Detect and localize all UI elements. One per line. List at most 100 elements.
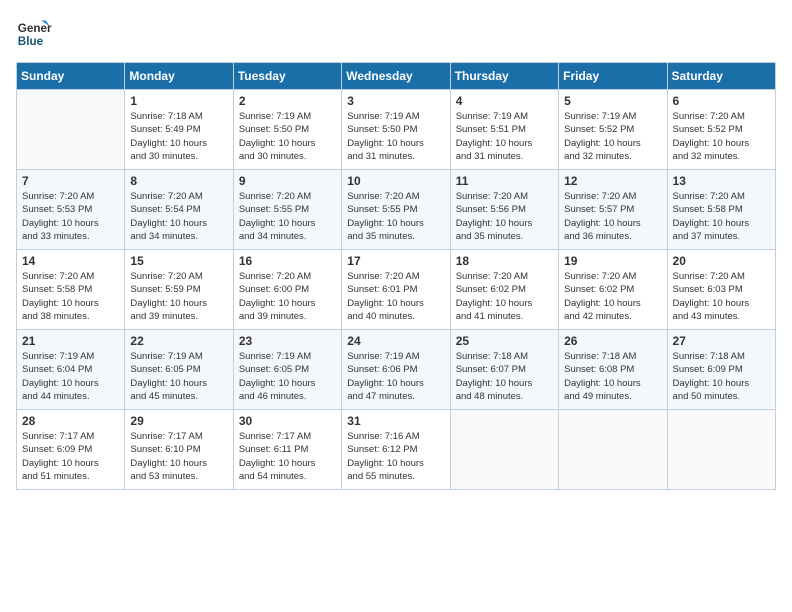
day-number: 29 bbox=[130, 414, 227, 428]
calendar-cell: 31Sunrise: 7:16 AM Sunset: 6:12 PM Dayli… bbox=[342, 410, 450, 490]
calendar-cell: 27Sunrise: 7:18 AM Sunset: 6:09 PM Dayli… bbox=[667, 330, 775, 410]
calendar-cell bbox=[450, 410, 558, 490]
calendar-cell: 3 Sunrise: 7:19 AM Sunset: 5:50 PM Daylig… bbox=[342, 90, 450, 170]
day-info: Sunrise: 7:20 AM Sunset: 5:54 PM Dayligh… bbox=[130, 190, 227, 243]
logo-icon: General Blue bbox=[16, 16, 52, 52]
day-info: Sunrise: 7:20 AM Sunset: 5:59 PM Dayligh… bbox=[130, 270, 227, 323]
day-info: Sunrise: 7:20 AM Sunset: 5:55 PM Dayligh… bbox=[239, 190, 336, 243]
day-number: 15 bbox=[130, 254, 227, 268]
day-info: Sunrise: 7:18 AM Sunset: 6:08 PM Dayligh… bbox=[564, 350, 661, 403]
calendar-cell: 29 Sunrise: 7:17 AM Sunset: 6:10 PM Dayli… bbox=[125, 410, 233, 490]
day-number: 30 bbox=[239, 414, 336, 428]
day-info: Sunrise: 7:20 AM Sunset: 6:02 PM Dayligh… bbox=[456, 270, 553, 323]
day-number: 13 bbox=[673, 174, 770, 188]
day-number: 22 bbox=[130, 334, 227, 348]
day-number: 23 bbox=[239, 334, 336, 348]
header-row: SundayMondayTuesdayWednesdayThursdayFrid… bbox=[17, 63, 776, 90]
day-info: Sunrise: 7:17 AM Sunset: 6:09 PM Dayligh… bbox=[22, 430, 119, 483]
calendar-cell: 11 Sunrise: 7:20 AM Sunset: 5:56 PM Dayli… bbox=[450, 170, 558, 250]
day-number: 4 bbox=[456, 94, 553, 108]
calendar-cell: 23 Sunrise: 7:19 AM Sunset: 6:05 PM Dayli… bbox=[233, 330, 341, 410]
calendar-cell: 10 Sunrise: 7:20 AM Sunset: 5:55 PM Dayli… bbox=[342, 170, 450, 250]
day-info: Sunrise: 7:19 AM Sunset: 5:52 PM Dayligh… bbox=[564, 110, 661, 163]
day-info: Sunrise: 7:19 AM Sunset: 6:05 PM Dayligh… bbox=[130, 350, 227, 403]
day-number: 2 bbox=[239, 94, 336, 108]
calendar-cell: 30 Sunrise: 7:17 AM Sunset: 6:11 PM Dayli… bbox=[233, 410, 341, 490]
day-info: Sunrise: 7:19 AM Sunset: 5:50 PM Dayligh… bbox=[239, 110, 336, 163]
calendar-cell: 5 Sunrise: 7:19 AM Sunset: 5:52 PM Daylig… bbox=[559, 90, 667, 170]
calendar-cell: 21 Sunrise: 7:19 AM Sunset: 6:04 PM Dayli… bbox=[17, 330, 125, 410]
day-info: Sunrise: 7:20 AM Sunset: 6:02 PM Dayligh… bbox=[564, 270, 661, 323]
calendar-cell: 2 Sunrise: 7:19 AM Sunset: 5:50 PM Daylig… bbox=[233, 90, 341, 170]
day-number: 5 bbox=[564, 94, 661, 108]
calendar-cell: 12 Sunrise: 7:20 AM Sunset: 5:57 PM Dayli… bbox=[559, 170, 667, 250]
day-number: 16 bbox=[239, 254, 336, 268]
calendar-cell: 14 Sunrise: 7:20 AM Sunset: 5:58 PM Dayli… bbox=[17, 250, 125, 330]
week-row-5: 28 Sunrise: 7:17 AM Sunset: 6:09 PM Dayli… bbox=[17, 410, 776, 490]
day-number: 24 bbox=[347, 334, 444, 348]
calendar-cell: 15 Sunrise: 7:20 AM Sunset: 5:59 PM Dayli… bbox=[125, 250, 233, 330]
day-info: Sunrise: 7:20 AM Sunset: 6:01 PM Dayligh… bbox=[347, 270, 444, 323]
day-info: Sunrise: 7:20 AM Sunset: 6:03 PM Dayligh… bbox=[673, 270, 770, 323]
day-number: 31 bbox=[347, 414, 444, 428]
calendar-cell: 1Sunrise: 7:18 AM Sunset: 5:49 PM Daylig… bbox=[125, 90, 233, 170]
day-number: 18 bbox=[456, 254, 553, 268]
day-number: 27 bbox=[673, 334, 770, 348]
week-row-2: 7 Sunrise: 7:20 AM Sunset: 5:53 PM Daylig… bbox=[17, 170, 776, 250]
calendar-cell: 4Sunrise: 7:19 AM Sunset: 5:51 PM Daylig… bbox=[450, 90, 558, 170]
calendar-cell: 19 Sunrise: 7:20 AM Sunset: 6:02 PM Dayli… bbox=[559, 250, 667, 330]
day-info: Sunrise: 7:19 AM Sunset: 5:50 PM Dayligh… bbox=[347, 110, 444, 163]
calendar-cell: 13 Sunrise: 7:20 AM Sunset: 5:58 PM Dayli… bbox=[667, 170, 775, 250]
calendar-cell bbox=[559, 410, 667, 490]
column-header-friday: Friday bbox=[559, 63, 667, 90]
day-info: Sunrise: 7:20 AM Sunset: 5:56 PM Dayligh… bbox=[456, 190, 553, 243]
page-header: General Blue bbox=[16, 16, 776, 52]
calendar-cell bbox=[667, 410, 775, 490]
day-number: 28 bbox=[22, 414, 119, 428]
calendar-cell: 22 Sunrise: 7:19 AM Sunset: 6:05 PM Dayli… bbox=[125, 330, 233, 410]
day-info: Sunrise: 7:20 AM Sunset: 5:57 PM Dayligh… bbox=[564, 190, 661, 243]
day-number: 26 bbox=[564, 334, 661, 348]
day-info: Sunrise: 7:20 AM Sunset: 5:58 PM Dayligh… bbox=[22, 270, 119, 323]
day-info: Sunrise: 7:19 AM Sunset: 6:05 PM Dayligh… bbox=[239, 350, 336, 403]
calendar-cell bbox=[17, 90, 125, 170]
calendar-cell: 20 Sunrise: 7:20 AM Sunset: 6:03 PM Dayli… bbox=[667, 250, 775, 330]
day-number: 3 bbox=[347, 94, 444, 108]
calendar-cell: 18 Sunrise: 7:20 AM Sunset: 6:02 PM Dayli… bbox=[450, 250, 558, 330]
day-number: 12 bbox=[564, 174, 661, 188]
day-info: Sunrise: 7:19 AM Sunset: 6:04 PM Dayligh… bbox=[22, 350, 119, 403]
day-number: 11 bbox=[456, 174, 553, 188]
calendar-cell: 9Sunrise: 7:20 AM Sunset: 5:55 PM Daylig… bbox=[233, 170, 341, 250]
column-header-thursday: Thursday bbox=[450, 63, 558, 90]
day-number: 6 bbox=[673, 94, 770, 108]
day-info: Sunrise: 7:20 AM Sunset: 5:52 PM Dayligh… bbox=[673, 110, 770, 163]
day-info: Sunrise: 7:18 AM Sunset: 5:49 PM Dayligh… bbox=[130, 110, 227, 163]
column-header-saturday: Saturday bbox=[667, 63, 775, 90]
calendar-cell: 16 Sunrise: 7:20 AM Sunset: 6:00 PM Dayli… bbox=[233, 250, 341, 330]
day-info: Sunrise: 7:20 AM Sunset: 5:53 PM Dayligh… bbox=[22, 190, 119, 243]
day-info: Sunrise: 7:20 AM Sunset: 6:00 PM Dayligh… bbox=[239, 270, 336, 323]
calendar-cell: 6 Sunrise: 7:20 AM Sunset: 5:52 PM Daylig… bbox=[667, 90, 775, 170]
day-info: Sunrise: 7:20 AM Sunset: 5:55 PM Dayligh… bbox=[347, 190, 444, 243]
calendar-cell: 24 Sunrise: 7:19 AM Sunset: 6:06 PM Dayli… bbox=[342, 330, 450, 410]
day-number: 8 bbox=[130, 174, 227, 188]
day-number: 10 bbox=[347, 174, 444, 188]
svg-text:Blue: Blue bbox=[18, 35, 44, 48]
column-header-wednesday: Wednesday bbox=[342, 63, 450, 90]
week-row-1: 1Sunrise: 7:18 AM Sunset: 5:49 PM Daylig… bbox=[17, 90, 776, 170]
day-number: 19 bbox=[564, 254, 661, 268]
day-info: Sunrise: 7:17 AM Sunset: 6:11 PM Dayligh… bbox=[239, 430, 336, 483]
day-info: Sunrise: 7:20 AM Sunset: 5:58 PM Dayligh… bbox=[673, 190, 770, 243]
day-number: 7 bbox=[22, 174, 119, 188]
day-number: 17 bbox=[347, 254, 444, 268]
day-info: Sunrise: 7:17 AM Sunset: 6:10 PM Dayligh… bbox=[130, 430, 227, 483]
day-number: 25 bbox=[456, 334, 553, 348]
day-info: Sunrise: 7:19 AM Sunset: 6:06 PM Dayligh… bbox=[347, 350, 444, 403]
day-number: 20 bbox=[673, 254, 770, 268]
column-header-monday: Monday bbox=[125, 63, 233, 90]
day-number: 21 bbox=[22, 334, 119, 348]
week-row-4: 21 Sunrise: 7:19 AM Sunset: 6:04 PM Dayli… bbox=[17, 330, 776, 410]
calendar-cell: 25Sunrise: 7:18 AM Sunset: 6:07 PM Dayli… bbox=[450, 330, 558, 410]
day-number: 14 bbox=[22, 254, 119, 268]
calendar-cell: 26 Sunrise: 7:18 AM Sunset: 6:08 PM Dayli… bbox=[559, 330, 667, 410]
